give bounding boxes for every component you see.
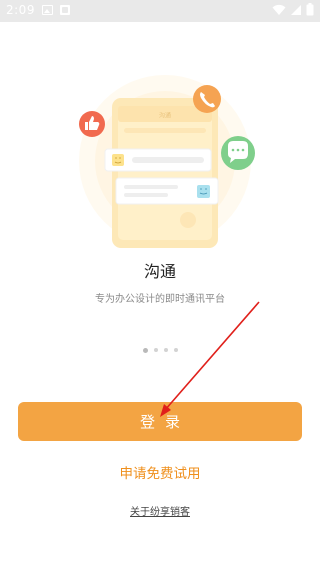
page-dot-2[interactable] [153,348,158,352]
hero-illustration: 沟通 [79,75,255,248]
chat-bubble-icon [221,136,255,170]
status-indicators [272,3,314,16]
signal-icon [291,4,301,15]
status-time: 2:09 [6,3,35,17]
page-subtitle: 专为办公设计的即时通讯平台 [95,294,225,305]
phone-icon [193,85,221,113]
page-dot-3[interactable] [163,348,168,352]
battery-icon [306,3,314,16]
free-trial-link[interactable]: 申请免费试用 [0,462,320,482]
phone-header-text: 沟通 [159,112,171,120]
login-button[interactable]: 登录 [18,402,302,441]
chat-card-bottom [115,177,219,205]
about-link[interactable]: 关于纷享销客 [0,503,320,518]
status-bar: 2:09 [0,0,320,22]
page-dot-4[interactable] [173,348,178,352]
thumbs-up-icon [79,111,105,137]
page-title: 沟通 [143,262,176,281]
gallery-icon [42,5,53,15]
page-indicator [0,347,320,353]
wifi-icon [272,4,286,15]
chat-card-top [104,148,212,172]
phone-illustration: 沟通 [112,98,218,248]
page-dot-1[interactable] [142,347,148,353]
notification-box-icon [60,5,70,15]
